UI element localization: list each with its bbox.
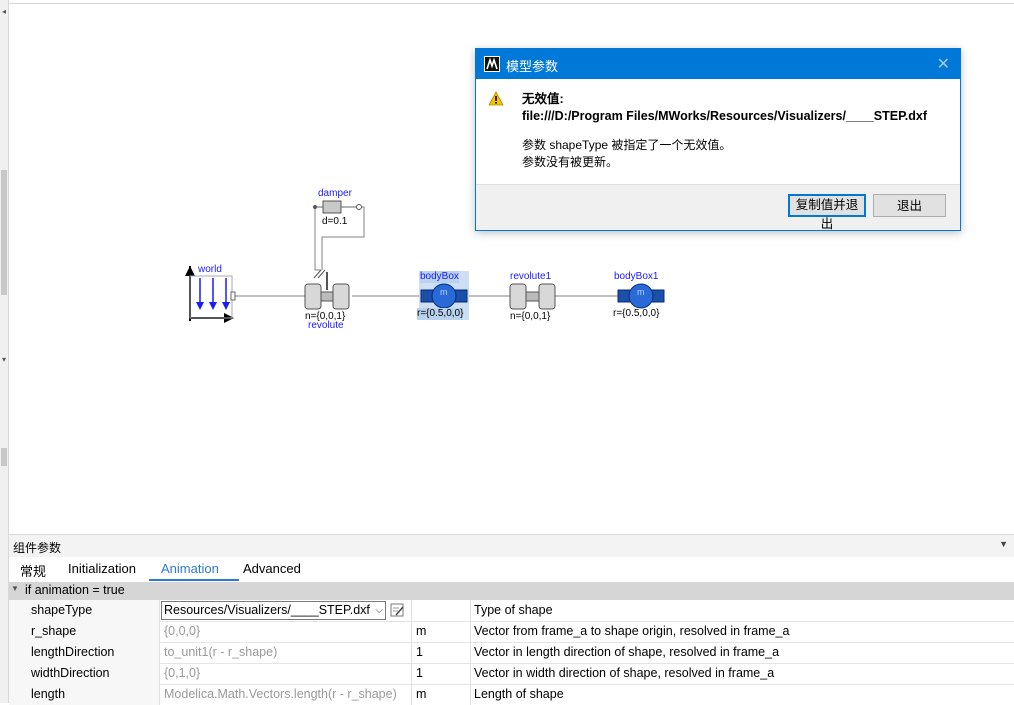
table-row: r_shape {0,0,0} m Vector from frame_a to… [9,621,1014,643]
error-heading-line2: file:///D:/Program Files/MWorks/Resource… [522,109,928,123]
table-row: shapeType Resources/Visualizers/____STEP… [9,600,1014,622]
component-parameters-panel: 组件参数 ▼ 常规 Initialization Animation Advan… [9,534,1014,705]
param-value[interactable]: {0,0,0} [160,621,412,642]
warning-icon [488,91,504,106]
tab-advanced[interactable]: Advanced [243,561,301,579]
tab-initialization[interactable]: Initialization [68,561,136,579]
param-name: lengthDirection [9,642,160,663]
error-heading-line1: 无效值: [522,92,564,106]
bodybox1-mass-glyph: m [637,287,645,297]
dialog-footer: 复制值并退出 退出 [476,184,960,231]
revolute-component [304,269,350,310]
parameter-tabs: 常规 Initialization Animation Advanced [9,557,1014,581]
param-unit [412,600,471,621]
section-collapse-icon[interactable]: ▼ [11,584,19,593]
panel-menu-icon[interactable]: ▼ [999,539,1008,549]
connection-damper-a [314,207,321,271]
param-name: widthDirection [9,663,160,684]
dialog-title: 模型参数 [506,59,559,74]
param-name: shapeType [9,600,160,621]
param-description: Length of shape [474,687,564,701]
revolute-label: revolute [308,320,344,331]
damper-label: damper [318,188,352,199]
panel-title: 组件参数 [13,541,62,555]
table-row: widthDirection {0,1,0} 1 Vector in width… [9,663,1014,685]
dialog-body: 无效值: file:///D:/Program Files/MWorks/Res… [476,79,960,185]
collapse-up-icon[interactable]: ◂ [0,8,8,16]
copy-and-exit-button[interactable]: 复制值并退出 [788,194,866,231]
bodybox1-param: r={0.5,0,0} [613,308,660,319]
param-value[interactable]: to_unit1(r - r_shape) [160,642,412,663]
section-title: if animation = true [25,583,125,597]
error-message: 参数 shapeType 被指定了一个无效值。 参数没有被更新。 [522,137,731,171]
revolute1-label: revolute1 [510,271,552,282]
bodybox-mass-glyph: m [440,287,448,297]
revolute1-component [509,283,556,310]
exit-button[interactable]: 退出 [873,194,946,217]
scrollbar-thumb-lower[interactable] [1,448,7,466]
error-message-line1: 参数 shapeType 被指定了一个无效值。 [522,138,732,152]
chevron-down-icon[interactable]: ⌵ [375,602,383,619]
param-unit: 1 [412,642,471,663]
error-message-line2: 参数没有被更新。 [522,155,619,169]
model-parameter-dialog: 模型参数 ✕ 无效值: file:///D:/Program Files/MWo… [475,48,961,231]
section-header[interactable]: ▼ if animation = true [9,582,1014,600]
mworks-logo-icon [484,56,500,72]
left-splitter[interactable]: ◂ ▾ [0,0,9,703]
edit-icon[interactable] [390,603,405,617]
param-unit: 1 [412,663,471,684]
param-unit: m [412,684,471,705]
damper-component [313,200,362,214]
panel-header: 组件参数 ▼ [9,535,1014,557]
revolute1-param: n={0,0,1} [510,311,551,322]
param-name: length [9,684,160,705]
param-description: Vector from frame_a to shape origin, res… [474,624,790,638]
active-tab-indicator [149,579,239,581]
error-heading: 无效值: file:///D:/Program Files/MWorks/Res… [522,91,927,125]
collapse-down-icon[interactable]: ▾ [0,356,8,364]
bodybox-param: r={0.5,0,0} [417,308,464,320]
param-description: Vector in width direction of shape, reso… [474,666,775,680]
shape-type-value: Resources/Visualizers/____STEP.dxf [164,603,370,617]
param-value-cell: Resources/Visualizers/____STEP.dxf ⌵ [160,600,412,621]
table-row: length Modelica.Math.Vectors.length(r - … [9,684,1014,705]
param-description: Vector in length direction of shape, res… [474,645,780,659]
tab-general[interactable]: 常规 [20,561,46,579]
shape-type-combobox[interactable]: Resources/Visualizers/____STEP.dxf ⌵ [161,601,386,620]
scrollbar-thumb[interactable] [1,170,7,295]
param-description: Type of shape [474,603,553,617]
param-unit: m [412,621,471,642]
table-row: lengthDirection to_unit1(r - r_shape) 1 … [9,642,1014,664]
tab-animation[interactable]: Animation [161,561,219,579]
close-icon[interactable]: ✕ [937,54,950,74]
param-value[interactable]: {0,1,0} [160,663,412,684]
param-value[interactable]: Modelica.Math.Vectors.length(r - r_shape… [160,684,412,705]
param-name: r_shape [9,621,160,642]
bodybox-label: bodyBox [420,271,459,283]
dialog-titlebar[interactable]: 模型参数 ✕ [476,49,960,79]
bodybox1-label: bodyBox1 [614,271,659,282]
world-label: world [198,264,222,275]
damper-param: d=0.1 [322,216,348,227]
